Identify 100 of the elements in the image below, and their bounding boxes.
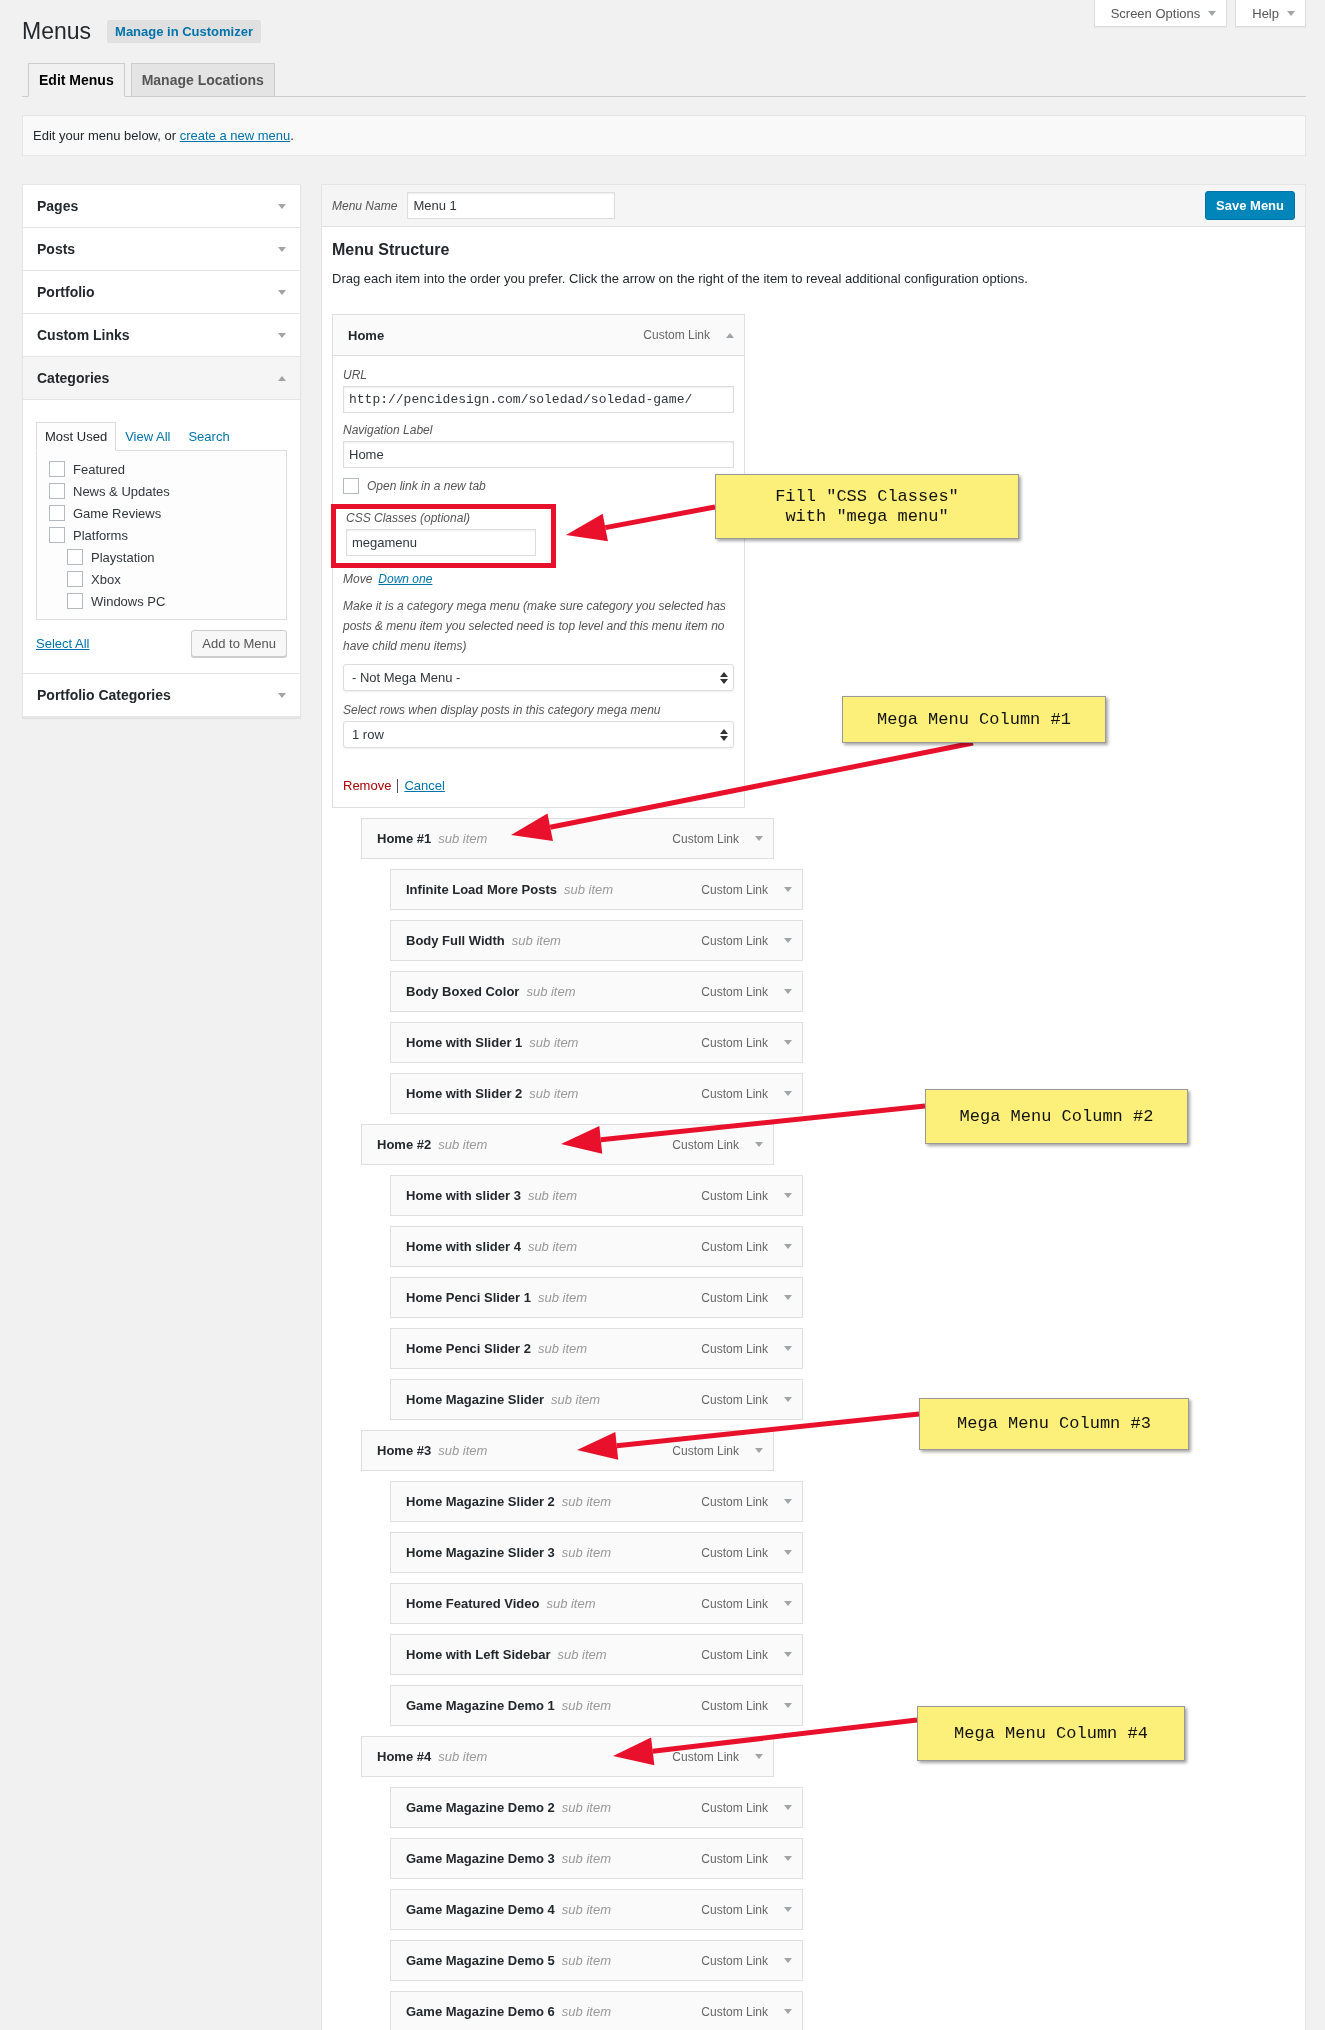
caret-icon[interactable] bbox=[726, 332, 734, 338]
menu-item[interactable]: Home with slider 3 sub item Custom Link bbox=[390, 1175, 803, 1216]
menu-item-type: Custom Link bbox=[701, 1953, 768, 1968]
caret-icon[interactable] bbox=[784, 1703, 792, 1708]
accordion-header[interactable]: Portfolio bbox=[23, 271, 300, 314]
menu-item-type: Custom Link bbox=[701, 1035, 768, 1050]
select-all-link[interactable]: Select All bbox=[36, 636, 90, 651]
caret-icon[interactable] bbox=[784, 1397, 792, 1402]
menu-item[interactable]: Infinite Load More Posts sub item Custom Link bbox=[390, 869, 803, 910]
add-to-menu-button[interactable]: Add to Menu bbox=[191, 630, 287, 657]
caret-icon[interactable] bbox=[784, 1958, 792, 1963]
caret-icon[interactable] bbox=[755, 1754, 763, 1759]
menu-item-note: sub item bbox=[561, 1953, 611, 1968]
caret-icon[interactable] bbox=[784, 1091, 792, 1096]
accordion-header[interactable]: Categories bbox=[23, 357, 300, 400]
caret-icon[interactable] bbox=[784, 1499, 792, 1504]
save-menu-button[interactable]: Save Menu bbox=[1205, 191, 1295, 220]
move-label: Move bbox=[343, 572, 373, 586]
tab[interactable]: Search bbox=[179, 422, 239, 451]
caret-icon[interactable] bbox=[784, 1346, 792, 1351]
menu-item[interactable]: Home #4 sub item Custom Link bbox=[361, 1736, 774, 1777]
caret-icon[interactable] bbox=[755, 1142, 763, 1147]
navigation-label-field[interactable]: Home bbox=[343, 441, 734, 468]
menu-item[interactable]: Home Magazine Slider 2 sub item Custom Link bbox=[390, 1481, 803, 1522]
checkbox[interactable] bbox=[67, 571, 83, 587]
menu-item[interactable]: Body Boxed Color sub item Custom Link bbox=[390, 971, 803, 1012]
caret-icon[interactable] bbox=[784, 1040, 792, 1045]
menu-item[interactable]: Game Magazine Demo 4 sub item Custom Link bbox=[390, 1889, 803, 1930]
caret-icon[interactable] bbox=[784, 1601, 792, 1606]
rows-select[interactable]: 1 row bbox=[343, 721, 734, 748]
menu-item[interactable]: Game Magazine Demo 3 sub item Custom Link bbox=[390, 1838, 803, 1879]
checkbox[interactable] bbox=[49, 483, 65, 499]
css-classes-field[interactable]: megamenu bbox=[346, 529, 536, 556]
caret-icon[interactable] bbox=[755, 836, 763, 841]
menu-item[interactable]: Home with Left Sidebar sub item Custom Link bbox=[390, 1634, 803, 1675]
mega-menu-select[interactable]: - Not Mega Menu - bbox=[343, 664, 734, 691]
menu-item[interactable]: Home Penci Slider 2 sub item Custom Link bbox=[390, 1328, 803, 1369]
caret-icon[interactable] bbox=[784, 1652, 792, 1657]
screen-options-button[interactable]: Screen Options bbox=[1093, 0, 1228, 27]
menu-item[interactable]: Home Custom Link bbox=[332, 314, 745, 356]
manage-in-customizer-button[interactable]: Manage in Customizer bbox=[107, 20, 261, 43]
caret-icon[interactable] bbox=[784, 2009, 792, 2014]
menu-item-title: Body Full Width bbox=[406, 933, 505, 948]
caret-icon[interactable] bbox=[784, 887, 792, 892]
menu-item[interactable]: Game Magazine Demo 1 sub item Custom Link bbox=[390, 1685, 803, 1726]
checkbox[interactable] bbox=[49, 461, 65, 477]
menu-item[interactable]: Game Magazine Demo 2 sub item Custom Link bbox=[390, 1787, 803, 1828]
caret-icon[interactable] bbox=[784, 1295, 792, 1300]
menu-item-title: Infinite Load More Posts bbox=[406, 882, 557, 897]
accordion-header[interactable]: Portfolio Categories bbox=[23, 674, 300, 717]
menu-item[interactable]: Home with slider 4 sub item Custom Link bbox=[390, 1226, 803, 1267]
caret-icon[interactable] bbox=[784, 989, 792, 994]
caret-icon[interactable] bbox=[784, 1550, 792, 1555]
menu-item-title: Home #4 bbox=[377, 1749, 432, 1764]
caret-icon[interactable] bbox=[784, 938, 792, 943]
caret-icon bbox=[1208, 10, 1217, 16]
menu-item[interactable]: Home Magazine Slider 3 sub item Custom Link bbox=[390, 1532, 803, 1573]
caret-icon[interactable] bbox=[755, 1448, 763, 1453]
accordion-header[interactable]: Pages bbox=[23, 185, 300, 228]
help-button[interactable]: Help bbox=[1235, 0, 1306, 27]
menu-item-note: sub item bbox=[546, 1596, 596, 1611]
tab[interactable]: View All bbox=[116, 422, 180, 451]
checkbox[interactable] bbox=[67, 593, 83, 609]
checkbox-label: Open link in a new tab bbox=[367, 479, 486, 493]
menu-item[interactable]: Game Magazine Demo 6 sub item Custom Link bbox=[390, 1991, 803, 2030]
menu-item-type: Custom Link bbox=[672, 1137, 739, 1152]
checkbox[interactable] bbox=[49, 527, 65, 543]
caret-icon bbox=[1287, 10, 1295, 16]
menu-name-field[interactable]: Menu 1 bbox=[407, 192, 616, 219]
menu-item[interactable]: Home #2 sub item Custom Link bbox=[361, 1124, 774, 1165]
menu-item-type: Custom Link bbox=[701, 1086, 768, 1101]
menu-item-title: Home with slider 4 bbox=[406, 1239, 521, 1254]
caret-icon[interactable] bbox=[784, 1907, 792, 1912]
cancel-link[interactable]: Cancel bbox=[404, 778, 445, 793]
checkbox[interactable] bbox=[343, 478, 359, 494]
caret-icon[interactable] bbox=[784, 1805, 792, 1810]
menu-item[interactable]: Body Full Width sub item Custom Link bbox=[390, 920, 803, 961]
menu-item[interactable]: Game Magazine Demo 5 sub item Custom Link bbox=[390, 1940, 803, 1981]
tab[interactable]: Most Used bbox=[36, 422, 117, 451]
callout-note: Mega Menu Column #3 bbox=[919, 1398, 1189, 1450]
menu-item[interactable]: Home #1 sub item Custom Link bbox=[361, 818, 774, 859]
tab[interactable]: Edit Menus bbox=[28, 63, 125, 97]
accordion-header[interactable]: Custom Links bbox=[23, 314, 300, 357]
menu-item[interactable]: Home Penci Slider 1 sub item Custom Link bbox=[390, 1277, 803, 1318]
menu-item[interactable]: Home with Slider 2 sub item Custom Link bbox=[390, 1073, 803, 1114]
menu-item[interactable]: Home Featured Video sub item Custom Link bbox=[390, 1583, 803, 1624]
menu-item[interactable]: Home #3 sub item Custom Link bbox=[361, 1430, 774, 1471]
menu-item[interactable]: Home Magazine Slider sub item Custom Link bbox=[390, 1379, 803, 1420]
accordion-header[interactable]: Posts bbox=[23, 228, 300, 271]
menu-item-title: Home with Slider 2 bbox=[406, 1086, 523, 1101]
caret-icon[interactable] bbox=[784, 1244, 792, 1249]
menu-item[interactable]: Home with Slider 1 sub item Custom Link bbox=[390, 1022, 803, 1063]
checkbox[interactable] bbox=[49, 505, 65, 521]
tab[interactable]: Manage Locations bbox=[130, 63, 275, 97]
checkbox[interactable] bbox=[67, 549, 83, 565]
url-field[interactable]: http://pencidesign.com/soledad/soledad-game/ bbox=[343, 386, 734, 413]
caret-icon[interactable] bbox=[784, 1193, 792, 1198]
down-one-link[interactable]: Down one bbox=[378, 572, 433, 586]
caret-icon[interactable] bbox=[784, 1856, 792, 1861]
remove-link[interactable]: Remove bbox=[343, 778, 392, 793]
